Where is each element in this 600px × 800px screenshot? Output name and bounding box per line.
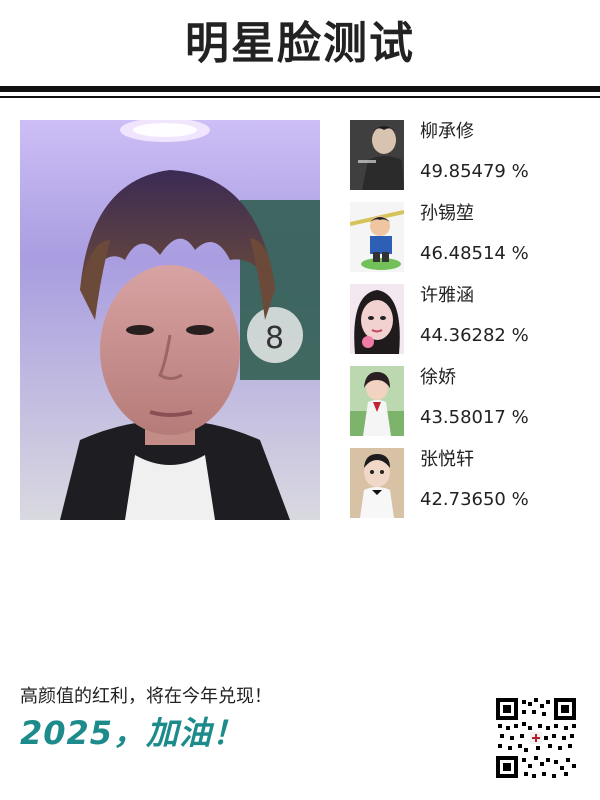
tagline: 高颜值的红利，将在今年兑现！ xyxy=(20,686,272,707)
match-item[interactable]: 许雅涵 44.36282 % xyxy=(350,284,590,366)
divider-thin xyxy=(0,96,600,98)
match-thumbnail xyxy=(350,448,404,518)
svg-text:8: 8 xyxy=(265,321,284,356)
cta-text: 2025，加油！ xyxy=(20,714,246,752)
match-thumbnail xyxy=(350,120,404,190)
match-name: 张悦轩 xyxy=(420,449,474,470)
match-item[interactable]: 张悦轩 42.73650 % xyxy=(350,448,590,530)
match-thumbnail xyxy=(350,202,404,272)
match-percent: 42.73650 % xyxy=(420,489,529,510)
match-item[interactable]: 柳承修 49.85479 % xyxy=(350,120,590,202)
match-name: 孙锡堃 xyxy=(420,203,474,224)
match-thumbnail xyxy=(350,366,404,436)
page-title: 明星脸测试 xyxy=(185,18,415,69)
match-percent: 44.36282 % xyxy=(420,325,529,346)
match-item[interactable]: 徐娇 43.58017 % xyxy=(350,366,590,448)
match-name: 徐娇 xyxy=(420,367,456,388)
match-percent: 43.58017 % xyxy=(420,407,529,428)
match-percent: 46.48514 % xyxy=(420,243,529,264)
match-thumbnail xyxy=(350,284,404,354)
match-percent: 49.85479 % xyxy=(420,161,529,182)
match-list: 柳承修 49.85479 % 孙锡堃 46.48514 % 许雅涵 44.362… xyxy=(350,120,590,530)
match-name: 柳承修 xyxy=(420,121,474,142)
divider-thick xyxy=(0,86,600,92)
match-name: 许雅涵 xyxy=(420,285,474,306)
header: 明星脸测试 xyxy=(0,0,600,100)
match-item[interactable]: 孙锡堃 46.48514 % xyxy=(350,202,590,284)
user-photo: 8 xyxy=(20,120,320,520)
qr-code-icon[interactable] xyxy=(494,696,578,780)
